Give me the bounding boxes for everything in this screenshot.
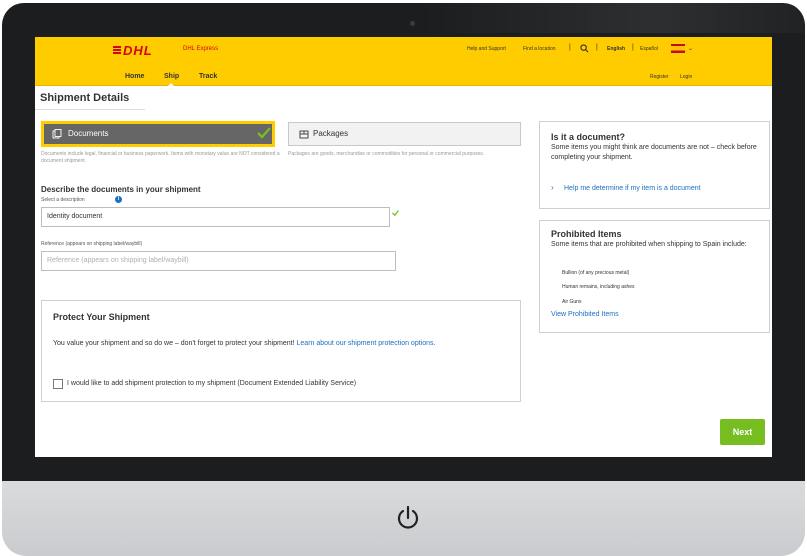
logo-subtitle: DHL Express xyxy=(183,46,219,52)
list-item: Human remains, including ashes xyxy=(562,284,635,290)
documents-note: Documents include legal, financial or bu… xyxy=(41,151,280,164)
separator: | xyxy=(632,44,634,51)
divider xyxy=(35,109,145,110)
prohibited-title: Prohibited Items xyxy=(551,229,622,239)
package-icon xyxy=(299,130,309,139)
page-title: Shipment Details xyxy=(40,92,130,104)
separator: | xyxy=(596,44,598,51)
is-it-document-panel: Is it a document? Some items you might t… xyxy=(539,121,770,209)
lang-spanish[interactable]: Español xyxy=(640,46,658,52)
power-icon[interactable] xyxy=(393,503,423,533)
reference-placeholder: Reference (appears on shipping label/way… xyxy=(47,257,189,264)
protection-checkbox[interactable] xyxy=(53,379,63,389)
dhl-logo[interactable]: DHL xyxy=(113,43,153,58)
nav-track[interactable]: Track xyxy=(199,73,217,80)
separator: | xyxy=(569,44,571,51)
spain-flag-icon[interactable] xyxy=(671,44,685,53)
packages-note: Packages are goods, merchandise or commo… xyxy=(288,151,485,157)
prohibited-text: Some items that are prohibited when ship… xyxy=(551,241,747,248)
browser-screen: DHL DHL Express Help and Support Find a … xyxy=(35,37,772,457)
reference-label: Reference (appears on shipping label/way… xyxy=(41,241,143,247)
protect-shipment-panel: Protect Your Shipment You value your shi… xyxy=(41,300,521,402)
site-header: DHL DHL Express Help and Support Find a … xyxy=(35,37,772,86)
view-prohibited-link[interactable]: View Prohibited Items xyxy=(551,311,619,318)
help-link[interactable]: Help and Support xyxy=(467,46,506,52)
document-icon xyxy=(52,129,62,139)
chevron-right-icon: › xyxy=(551,183,554,192)
describe-heading: Describe the documents in your shipment xyxy=(41,185,201,194)
camera-dot xyxy=(410,21,415,26)
packages-option[interactable]: Packages xyxy=(288,122,521,146)
bezel-glare xyxy=(422,3,805,33)
find-location-link[interactable]: Find a location xyxy=(523,46,556,52)
list-item: Bullion (of any precious metal) xyxy=(562,270,630,276)
protect-body: You value your shipment and so do we – d… xyxy=(53,340,295,347)
list-item: Air Guns xyxy=(562,299,582,305)
monitor: DHL DHL Express Help and Support Find a … xyxy=(0,0,807,556)
nav-home[interactable]: Home xyxy=(125,73,144,80)
search-icon[interactable] xyxy=(580,44,589,53)
protect-title: Protect Your Shipment xyxy=(53,312,150,322)
doc-panel-text: Some items you might think are documents… xyxy=(551,144,757,161)
documents-label: Documents xyxy=(68,129,109,138)
determine-document-link[interactable]: Help me determine if my item is a docume… xyxy=(564,185,701,192)
select-description-label: Select a description xyxy=(41,197,85,203)
reference-input[interactable]: Reference (appears on shipping label/way… xyxy=(41,251,396,271)
register-link[interactable]: Register xyxy=(650,74,669,80)
chevron-down-icon[interactable]: ⌄ xyxy=(688,45,693,52)
info-icon[interactable]: i xyxy=(115,196,122,203)
packages-label: Packages xyxy=(313,129,349,138)
valid-check-icon xyxy=(392,210,399,216)
protect-text: You value your shipment and so do we – d… xyxy=(53,338,513,349)
check-icon xyxy=(257,127,271,139)
documents-option[interactable]: Documents xyxy=(41,121,275,147)
protection-checkbox-label[interactable]: I would like to add shipment protection … xyxy=(67,380,356,387)
next-button[interactable]: Next xyxy=(720,419,765,445)
doc-panel-title: Is it a document? xyxy=(551,132,626,142)
description-input[interactable]: Identity document xyxy=(41,207,390,227)
nav-ship[interactable]: Ship xyxy=(164,73,179,86)
lang-english[interactable]: English xyxy=(607,46,625,52)
login-link[interactable]: Login xyxy=(680,74,692,80)
prohibited-items-panel: Prohibited Items Some items that are pro… xyxy=(539,220,770,333)
protection-options-link[interactable]: Learn about our shipment protection opti… xyxy=(297,340,436,347)
